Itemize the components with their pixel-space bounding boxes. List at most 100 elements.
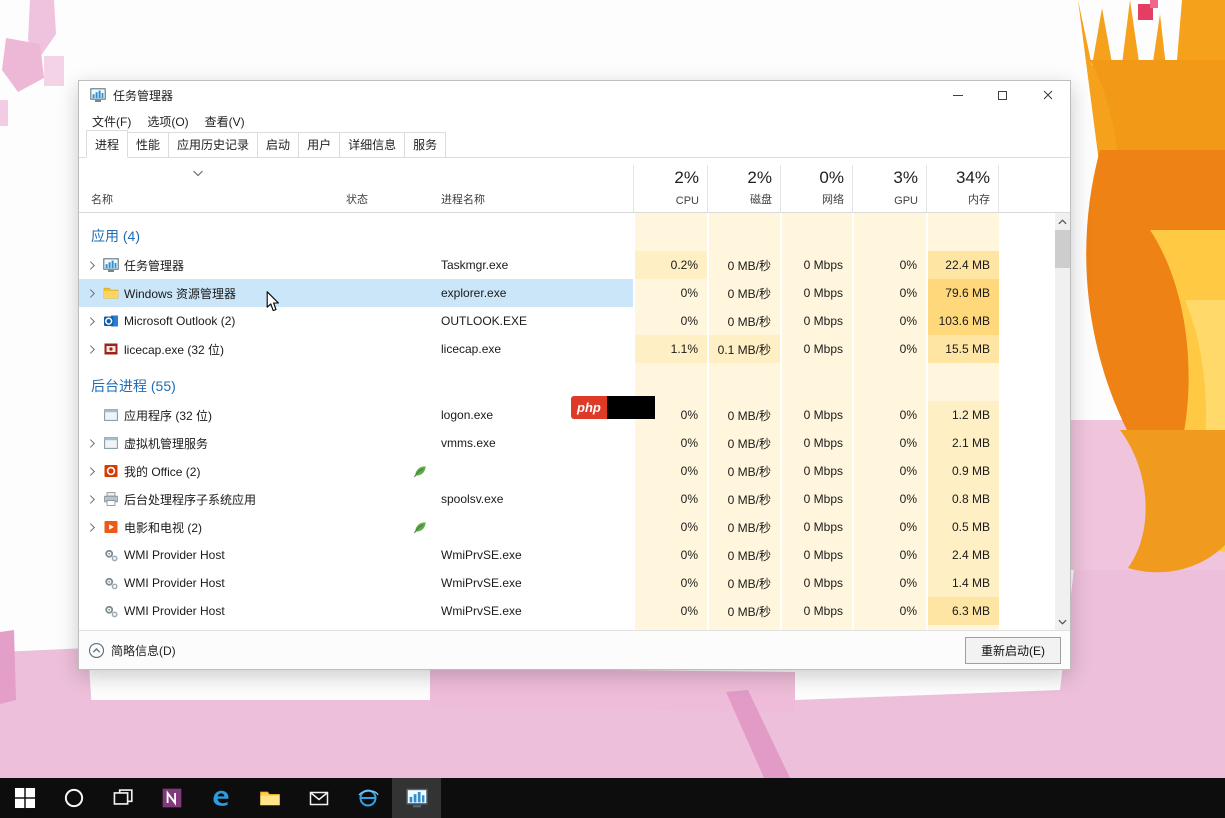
title-bar[interactable]: 任务管理器 [79, 81, 1070, 109]
heatmap-cell [780, 363, 852, 401]
process-exe-name: Taskmgr.exe [433, 251, 633, 279]
heatmap-cell [633, 213, 707, 251]
process-exe-name: explorer.exe [433, 279, 633, 307]
column-header-status[interactable]: 状态 [316, 165, 433, 212]
php-watermark: php [571, 396, 655, 419]
tab-startup[interactable]: 启动 [257, 132, 299, 157]
heatmap-cell [780, 213, 852, 251]
details-toggle-label: 简略信息(D) [111, 642, 176, 659]
heatmap-cell: 1.2 MB [926, 401, 999, 429]
mail-button[interactable] [294, 778, 343, 818]
tab-performance[interactable]: 性能 [127, 132, 169, 157]
expand-chevron-icon[interactable] [86, 438, 98, 449]
heatmap-cell [926, 363, 999, 401]
heatmap-cell: 1.1% [633, 335, 707, 363]
expand-chevron-icon[interactable] [86, 316, 98, 327]
expand-chevron-icon[interactable] [86, 466, 98, 477]
minimize-button[interactable] [935, 81, 980, 109]
column-headers: 名称 状态 进程名称 2% CPU 2% 磁盘 0% 网络 3% GPU 34%… [79, 165, 1070, 213]
heatmap-cell: 22.4 MB [926, 251, 999, 279]
task-manager-button[interactable] [392, 778, 441, 818]
edge-button[interactable] [196, 778, 245, 818]
process-row[interactable]: 电影和电视 (2)0%0 MB/秒0 Mbps0%0.5 MB [79, 513, 1070, 541]
process-row[interactable]: WMI Provider HostWmiPrvSE.exe0%0 MB/秒0 M… [79, 597, 1070, 625]
column-header-network[interactable]: 0% 网络 [780, 165, 852, 212]
column-header-disk[interactable]: 2% 磁盘 [707, 165, 780, 212]
scrollbar-thumb[interactable] [1055, 230, 1070, 268]
process-exe-name: licecap.exe [433, 335, 633, 363]
heatmap-cell: 0% [852, 485, 926, 513]
process-row[interactable]: licecap.exe (32 位)licecap.exe1.1%0.1 MB/… [79, 335, 1070, 363]
scroll-down-button[interactable] [1055, 613, 1070, 630]
heatmap-cell [852, 625, 926, 630]
process-row[interactable]: Windows 资源管理器explorer.exe0%0 MB/秒0 Mbps0… [79, 279, 1070, 307]
process-table: 应用 (4)任务管理器Taskmgr.exe0.2%0 MB/秒0 Mbps0%… [79, 213, 1070, 630]
disk-total-percent: 2% [747, 168, 772, 188]
gpu-total-percent: 3% [893, 168, 918, 188]
expand-chevron-icon[interactable] [86, 522, 98, 533]
tab-details[interactable]: 详细信息 [339, 132, 405, 157]
column-header-cpu[interactable]: 2% CPU [633, 165, 707, 212]
menu-view[interactable]: 查看(V) [197, 110, 253, 133]
tab-processes[interactable]: 进程 [86, 130, 128, 158]
tab-app-history[interactable]: 应用历史记录 [168, 132, 258, 157]
app-window-icon [103, 435, 119, 451]
file-explorer-button[interactable] [245, 778, 294, 818]
scrollbar[interactable] [1055, 213, 1070, 630]
column-header-memory[interactable]: 34% 内存 [926, 165, 999, 212]
ie-button[interactable] [343, 778, 392, 818]
column-header-name[interactable]: 名称 [79, 165, 316, 212]
group-header-row[interactable]: 应用 (4) [79, 213, 1070, 251]
process-exe-name: vmms.exe [433, 429, 633, 457]
process-row[interactable]: WMI Provider HostWmiPrvSE.exe0%0 MB/秒0 M… [79, 569, 1070, 597]
heatmap-cell: 0% [852, 597, 926, 625]
heatmap-cell: 0% [633, 429, 707, 457]
taskmgr-icon [103, 257, 119, 273]
onenote-button[interactable] [147, 778, 196, 818]
process-row[interactable]: WMI Provider HostWmiPrvSE.exe0%0 MB/秒0 M… [79, 541, 1070, 569]
close-button[interactable] [1025, 81, 1070, 109]
heatmap-cell: 0% [852, 279, 926, 307]
heatmap-cell [707, 625, 780, 630]
expand-chevron-icon[interactable] [86, 260, 98, 271]
filler-cell [316, 625, 433, 630]
column-header-process-name[interactable]: 进程名称 [433, 165, 633, 212]
process-display-name: 后台处理程序子系统应用 [124, 491, 256, 508]
process-row[interactable]: Microsoft Outlook (2)OUTLOOK.EXE0%0 MB/秒… [79, 307, 1070, 335]
heatmap-cell: 0 Mbps [780, 457, 852, 485]
heatmap-cell: 0 MB/秒 [707, 485, 780, 513]
maximize-button[interactable] [980, 81, 1025, 109]
start-button[interactable] [0, 778, 49, 818]
name-cell: licecap.exe (32 位) [79, 335, 316, 363]
status-cell [316, 363, 433, 401]
php-watermark-label: php [571, 396, 607, 419]
heatmap-cell: 0.8 MB [926, 485, 999, 513]
process-row[interactable]: 我的 Office (2)0%0 MB/秒0 Mbps0%0.9 MB [79, 457, 1070, 485]
expand-chevron-icon[interactable] [86, 344, 98, 355]
folder-icon [103, 285, 119, 301]
expand-chevron-icon[interactable] [86, 288, 98, 299]
heatmap-cell [707, 213, 780, 251]
tab-users[interactable]: 用户 [298, 132, 340, 157]
process-row[interactable]: 任务管理器Taskmgr.exe0.2%0 MB/秒0 Mbps0%22.4 M… [79, 251, 1070, 279]
heatmap-cell [852, 363, 926, 401]
status-cell [316, 513, 433, 541]
task-view-button[interactable] [98, 778, 147, 818]
heatmap-cell: 0% [633, 569, 707, 597]
process-row[interactable]: 虚拟机管理服务vmms.exe0%0 MB/秒0 Mbps0%2.1 MB [79, 429, 1070, 457]
column-header-gpu[interactable]: 3% GPU [852, 165, 926, 212]
menu-options[interactable]: 选项(O) [139, 110, 196, 133]
close-icon [1043, 90, 1053, 100]
status-cell [316, 541, 433, 569]
restart-button[interactable]: 重新启动(E) [965, 637, 1061, 664]
process-row[interactable]: 后台处理程序子系统应用spoolsv.exe0%0 MB/秒0 Mbps0%0.… [79, 485, 1070, 513]
name-cell: Windows 资源管理器 [79, 279, 316, 307]
heatmap-cell: 0 Mbps [780, 279, 852, 307]
cortana-button[interactable] [49, 778, 98, 818]
scroll-up-button[interactable] [1055, 213, 1070, 230]
details-toggle[interactable]: 简略信息(D) [88, 642, 176, 659]
footer-bar: 简略信息(D) 重新启动(E) [79, 630, 1070, 669]
tab-services[interactable]: 服务 [404, 132, 446, 157]
expand-chevron-icon[interactable] [86, 494, 98, 505]
name-cell: 电影和电视 (2) [79, 513, 316, 541]
